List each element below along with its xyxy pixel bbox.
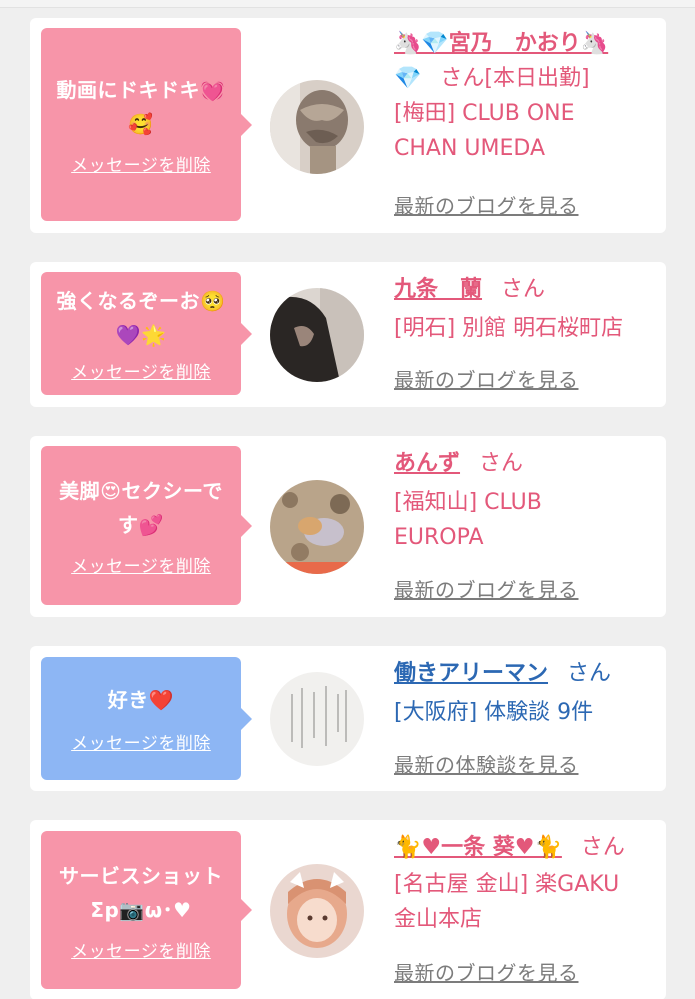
avatar[interactable] bbox=[270, 80, 364, 174]
card-info: 九条 蘭 さん [明石] 別館 明石桜町店 bbox=[394, 272, 664, 346]
delete-message-link[interactable]: メッセージを削除 bbox=[71, 552, 211, 577]
card-info: 🦄💎宮乃 かおり🦄 💎 さん[本日出勤] [梅田] CLUB ONE CHAN … bbox=[394, 26, 664, 166]
shop-name: [明石] 別館 明石桜町店 bbox=[394, 316, 624, 341]
shop-name: [名古屋 金山] 楽GAKU bbox=[394, 872, 620, 897]
latest-blog-link[interactable]: 最新のブログを見る bbox=[394, 957, 579, 986]
shop-name: [福知山] CLUB bbox=[394, 490, 542, 515]
girl-name-link[interactable]: 🦄💎宮乃 かおり🦄 bbox=[394, 31, 608, 56]
message-text: 美脚😍セクシーで す💕 bbox=[59, 479, 223, 537]
top-divider bbox=[0, 0, 695, 8]
card-info: 🐈♥一条 葵♥🐈 さん [名古屋 金山] 楽GAKU 金山本店 bbox=[394, 830, 664, 937]
girl-name-link[interactable]: あんず bbox=[394, 451, 460, 476]
avatar[interactable] bbox=[270, 288, 364, 382]
message-bubble: サービスショット Σp📷ω･♥ メッセージを削除 bbox=[41, 831, 252, 989]
message-text: 好き❤️ bbox=[107, 688, 175, 712]
area-review-count: [大阪府] 体験談 9件 bbox=[394, 700, 594, 725]
shop-name-line2: EUROPA bbox=[394, 525, 484, 550]
message-bubble: 好き❤️ メッセージを削除 bbox=[41, 657, 252, 780]
girl-name-link[interactable]: 🐈♥一条 葵♥🐈 bbox=[394, 835, 562, 860]
avatar[interactable] bbox=[270, 864, 364, 958]
user-name-link[interactable]: 働きアリーマン bbox=[394, 661, 548, 686]
delete-message-link[interactable]: メッセージを削除 bbox=[71, 729, 211, 754]
name-suffix: さん bbox=[501, 277, 546, 302]
name-suffix: さん bbox=[567, 661, 612, 686]
shop-name-line2: 金山本店 bbox=[394, 907, 483, 932]
card-info: 働きアリーマン さん [大阪府] 体験談 9件 bbox=[394, 656, 664, 730]
message-text: サービスショット Σp📷ω･♥ bbox=[59, 863, 223, 922]
message-card: サービスショット Σp📷ω･♥ メッセージを削除 🐈♥一条 葵♥🐈 さん [名古… bbox=[30, 820, 666, 999]
name-suffix: さん bbox=[479, 451, 524, 476]
delete-message-link[interactable]: メッセージを削除 bbox=[71, 937, 211, 962]
latest-review-link[interactable]: 最新の体験談を見る bbox=[394, 749, 579, 778]
message-text: 強くなるぞーお🥺 💜🌟 bbox=[56, 289, 226, 347]
message-bubble: 強くなるぞーお🥺 💜🌟 メッセージを削除 bbox=[41, 272, 252, 395]
shop-name-line2: CHAN UMEDA bbox=[394, 136, 545, 161]
latest-blog-link[interactable]: 最新のブログを見る bbox=[394, 574, 579, 603]
delete-message-link[interactable]: メッセージを削除 bbox=[71, 358, 211, 383]
message-card: 美脚😍セクシーで す💕 メッセージを削除 あんず さん [福知山] CLUB E… bbox=[30, 436, 666, 617]
delete-message-link[interactable]: メッセージを削除 bbox=[71, 151, 211, 176]
message-card: 強くなるぞーお🥺 💜🌟 メッセージを削除 九条 蘭 さん [明石] 別館 明石桜… bbox=[30, 262, 666, 407]
name-suffix: さん bbox=[580, 835, 625, 860]
avatar[interactable] bbox=[270, 672, 364, 766]
message-card: 好き❤️ メッセージを削除 働きアリーマン さん [大阪府] 体験談 9件 最新… bbox=[30, 646, 666, 791]
card-info: あんず さん [福知山] CLUB EUROPA bbox=[394, 446, 664, 555]
girl-name-link[interactable]: 九条 蘭 bbox=[394, 277, 482, 302]
shop-name: [梅田] CLUB ONE bbox=[394, 101, 575, 126]
name-suffix: さん[本日出勤] bbox=[440, 66, 590, 91]
message-card: 動画にドキドキ💓 🥰 メッセージを削除 🦄💎宮乃 かおり🦄 💎 さん[本日出勤]… bbox=[30, 18, 666, 233]
latest-blog-link[interactable]: 最新のブログを見る bbox=[394, 190, 579, 219]
girl-name-link-cont[interactable]: 💎 bbox=[394, 66, 421, 91]
latest-blog-link[interactable]: 最新のブログを見る bbox=[394, 364, 579, 393]
message-text: 動画にドキドキ💓 🥰 bbox=[56, 78, 226, 136]
message-bubble: 美脚😍セクシーで す💕 メッセージを削除 bbox=[41, 446, 252, 605]
message-bubble: 動画にドキドキ💓 🥰 メッセージを削除 bbox=[41, 28, 252, 221]
avatar[interactable] bbox=[270, 480, 364, 574]
